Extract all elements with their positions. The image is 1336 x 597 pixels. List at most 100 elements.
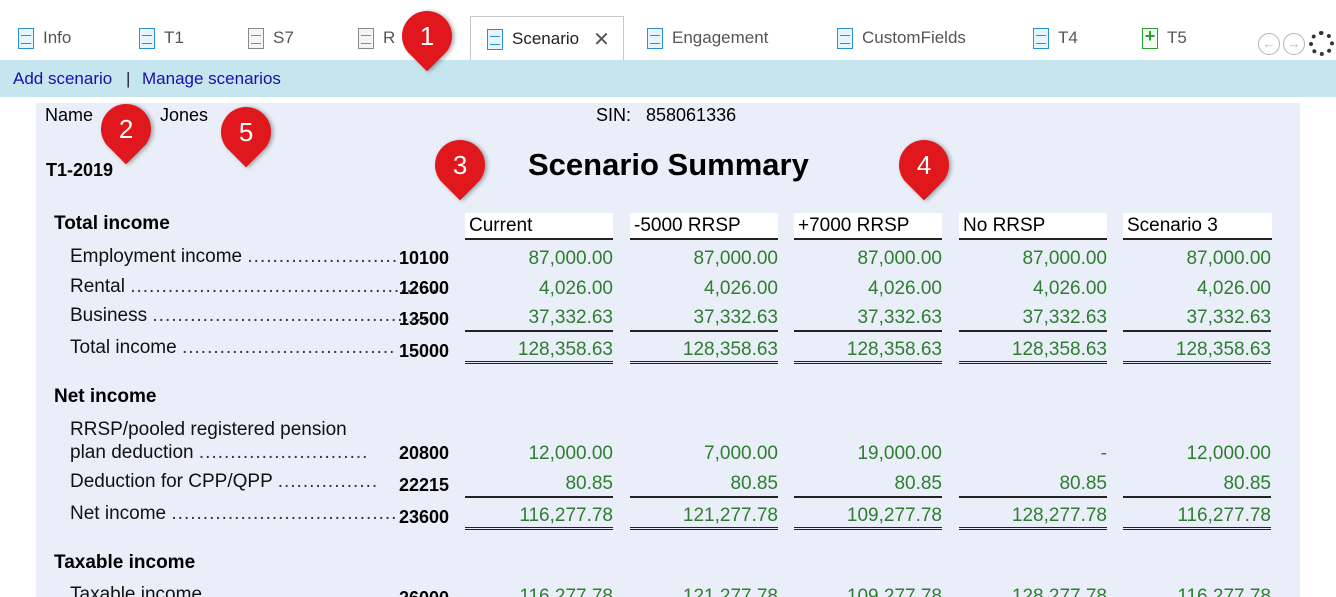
amount-cell: 37,332.63 <box>465 305 613 332</box>
scenario-name-field[interactable]: +7000 RRSP <box>794 213 942 240</box>
forward-arrow-icon[interactable]: → <box>1283 33 1305 55</box>
amount-cell: 80.85 <box>794 471 942 498</box>
tab-customfields[interactable]: CustomFields <box>837 16 966 60</box>
row-label: plan deduction .........................… <box>70 442 369 463</box>
document-icon <box>837 27 853 49</box>
amount-cell: 37,332.63 <box>794 305 942 332</box>
document-icon <box>358 27 374 49</box>
amount-cell: 80.85 <box>959 471 1107 498</box>
amount-cell: 116,277.78 <box>1123 503 1271 530</box>
amount-cell: 37,332.63 <box>630 305 778 332</box>
amount-cell: 4,026.00 <box>1197 278 1271 299</box>
add-scenario-link[interactable]: Add scenario <box>13 69 112 89</box>
tab-engagement[interactable]: Engagement <box>647 16 768 60</box>
tab-label: T1 <box>164 28 184 47</box>
amount-cell: - <box>1100 443 1107 464</box>
amount-cell: 128,358.63 <box>465 337 613 364</box>
amount-cell: 87,000.00 <box>1186 248 1271 269</box>
amount-cell: 121,277.78 <box>630 503 778 530</box>
document-icon <box>139 27 155 49</box>
section-taxable-income: Taxable income <box>54 552 196 573</box>
document-icon <box>248 27 264 49</box>
sin-label: SIN: <box>596 105 632 125</box>
amount-cell: 87,000.00 <box>857 248 942 269</box>
amount-cell: 87,000.00 <box>693 248 778 269</box>
tab-label: R <box>383 28 396 47</box>
tab-bar: Info T1 S7 R Scenario ✕ Engagement Custo… <box>0 0 1336 61</box>
row-label: Deduction for CPP/QPP ................ <box>70 471 379 492</box>
settings-gear-icon[interactable] <box>1309 31 1334 56</box>
back-arrow-icon[interactable]: ← <box>1258 33 1280 55</box>
document-icon <box>647 27 663 49</box>
row-label: RRSP/pooled registered pension <box>70 419 347 440</box>
name-label: Name <box>45 105 94 125</box>
amount-cell: 80.85 <box>1123 471 1271 498</box>
scenario-name-field[interactable]: Scenario 3 <box>1123 213 1272 240</box>
scenario-name-field[interactable]: -5000 RRSP <box>630 213 778 240</box>
form-name: T1-2019 <box>46 160 114 180</box>
amount-cell: 128,358.63 <box>794 337 942 364</box>
document-icon <box>1033 27 1049 49</box>
row-label: Employment income ......................… <box>70 246 399 267</box>
line-code: 12600 <box>398 278 449 298</box>
section-total-income: Total income <box>54 213 170 234</box>
line-code: 23600 <box>398 507 449 527</box>
close-icon[interactable]: ✕ <box>593 27 610 52</box>
tab-r[interactable]: R <box>358 16 395 60</box>
amount-cell: 121,277.78 <box>682 586 778 597</box>
tab-label: Engagement <box>672 28 769 47</box>
tab-label: Scenario <box>512 29 580 48</box>
tab-t5[interactable]: T5 <box>1142 16 1187 60</box>
amount-cell: 4,026.00 <box>1033 278 1107 299</box>
amount-cell: 19,000.00 <box>857 443 942 464</box>
amount-cell: 4,026.00 <box>539 278 613 299</box>
row-label: Total income ...........................… <box>70 337 396 358</box>
amount-cell: 12,000.00 <box>528 443 613 464</box>
amount-cell: 109,277.78 <box>846 586 942 597</box>
sin-value: 858061336 <box>646 105 737 125</box>
manage-scenarios-link[interactable]: Manage scenarios <box>142 69 281 89</box>
tab-label: T4 <box>1058 28 1078 47</box>
section-net-income: Net income <box>54 386 157 407</box>
line-code: 22215 <box>398 475 449 495</box>
amount-cell: 128,358.63 <box>630 337 778 364</box>
scenario-name-field[interactable]: Current <box>465 213 613 240</box>
scenario-summary-form: Name Jones SIN: 858061336 T1-2019 Scenar… <box>36 103 1300 597</box>
tab-t4[interactable]: T4 <box>1033 16 1078 60</box>
amount-cell: 80.85 <box>630 471 778 498</box>
amount-cell: 87,000.00 <box>1022 248 1107 269</box>
row-label: Taxable income <box>70 584 203 597</box>
tab-scenario[interactable]: Scenario ✕ <box>470 16 624 61</box>
tab-s7[interactable]: S7 <box>248 16 294 60</box>
row-label: Net income .............................… <box>70 503 398 524</box>
scenario-name-field[interactable]: No RRSP <box>959 213 1107 240</box>
link-separator: | <box>126 69 131 88</box>
amount-cell: 4,026.00 <box>704 278 778 299</box>
scenario-link-bar: Add scenario | Manage scenarios <box>0 60 1336 97</box>
amount-cell: 37,332.63 <box>1123 305 1271 332</box>
amount-cell: 128,358.63 <box>1123 337 1271 364</box>
line-code: 26000 <box>379 588 449 597</box>
page-title: Scenario Summary <box>528 147 809 182</box>
line-code: 13500 <box>398 309 449 329</box>
line-code: 20800 <box>398 443 449 463</box>
row-label: Business ...............................… <box>70 305 429 326</box>
amount-cell: 116,277.78 <box>1177 586 1271 597</box>
amount-cell: 80.85 <box>465 471 613 498</box>
amount-cell: 37,332.63 <box>959 305 1107 332</box>
tab-label: Info <box>43 28 72 47</box>
line-code: 15000 <box>398 341 449 361</box>
amount-cell: 116,277.78 <box>465 503 613 530</box>
document-icon <box>18 27 34 49</box>
tab-info[interactable]: Info <box>18 16 71 60</box>
amount-cell: 128,277.78 <box>1011 586 1107 597</box>
tab-label: T5 <box>1167 28 1187 47</box>
tab-t1[interactable]: T1 <box>139 16 184 60</box>
amount-cell: 4,026.00 <box>868 278 942 299</box>
tab-label: CustomFields <box>862 28 966 47</box>
amount-cell: 116,277.78 <box>519 586 613 597</box>
amount-cell: 109,277.78 <box>794 503 942 530</box>
amount-cell: 12,000.00 <box>1186 443 1271 464</box>
add-document-icon <box>1142 26 1158 49</box>
amount-cell: 7,000.00 <box>704 443 778 464</box>
